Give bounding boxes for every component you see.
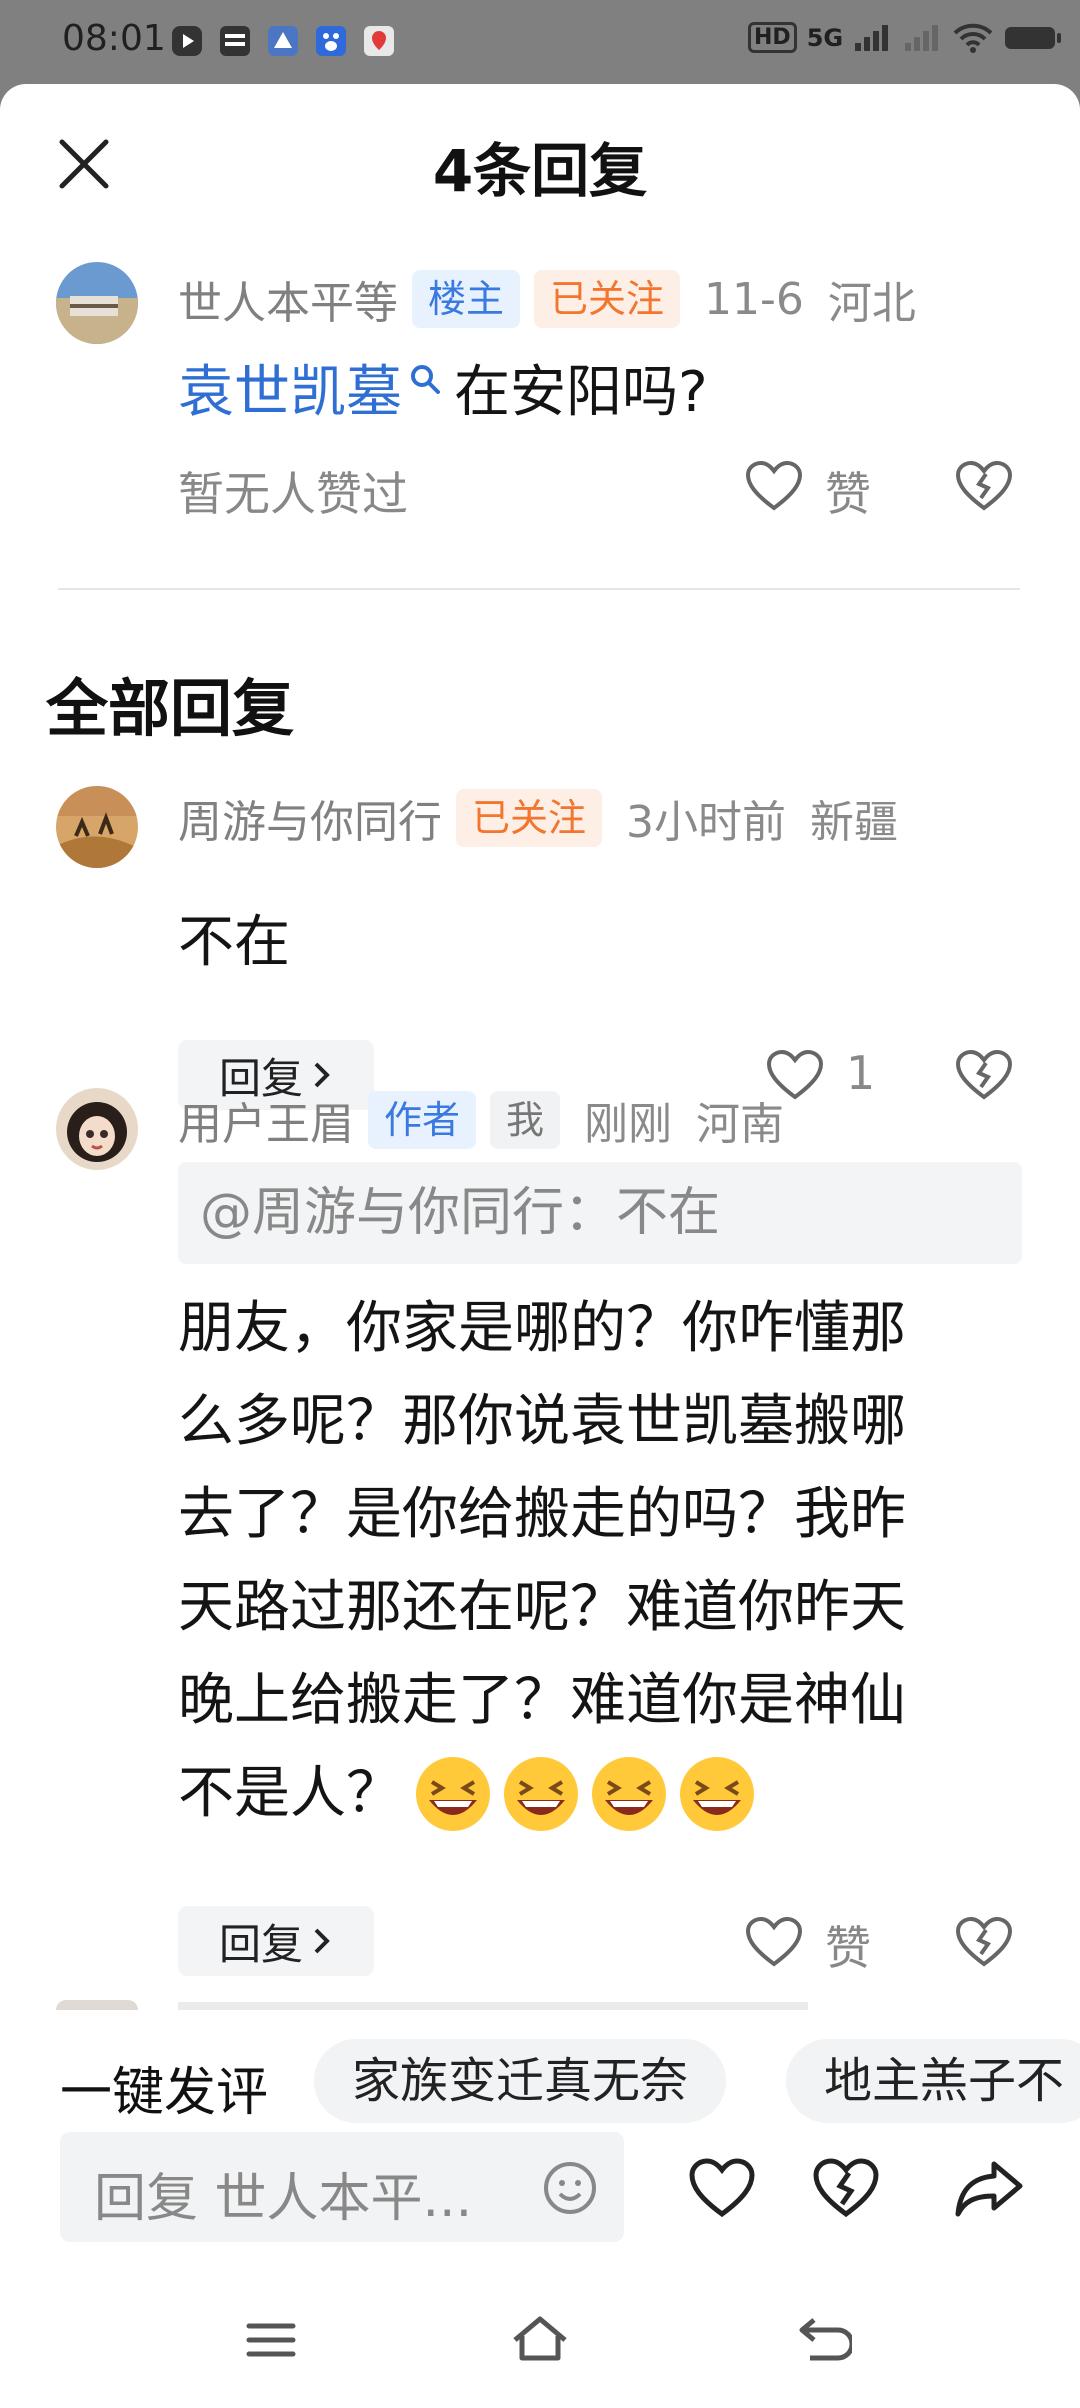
- quick-reply-chip[interactable]: 家族变迁真无奈: [314, 2039, 727, 2123]
- share-icon[interactable]: [954, 2158, 1024, 2218]
- section-title: 全部回复: [46, 672, 295, 745]
- quick-reply-chip[interactable]: 地主羔子不: [786, 2039, 1080, 2123]
- reply-location: 河南: [696, 1099, 785, 1150]
- reply-meta: 用户王眉 作者 我 刚刚 河南: [178, 1088, 784, 1152]
- grinning-squint-emoji: [592, 1756, 666, 1831]
- reply-time: 3小时前: [626, 797, 787, 848]
- username[interactable]: 世人本平等: [178, 267, 398, 331]
- reply-meta: 周游与你同行 已关注 3小时前 新疆: [178, 786, 898, 850]
- username[interactable]: 周游与你同行: [178, 786, 442, 850]
- heart-icon[interactable]: [688, 2158, 756, 2218]
- reply-input-placeholder: 回复 世人本平...: [94, 2169, 473, 2229]
- reply-location: 新疆: [810, 797, 899, 848]
- battery-icon: [1005, 26, 1062, 49]
- map-pin-app-icon: [364, 26, 394, 56]
- replies-sheet: 4条回复 世人本平等 楼主 已关注 11-6 河北 袁世凯墓 在安阳吗? 暂无人…: [0, 84, 1080, 2408]
- grinning-squint-emoji: [680, 1756, 754, 1831]
- page-title: 4条回复: [432, 137, 648, 205]
- comment-text: 在安阳吗?: [454, 360, 708, 425]
- toutiao-icon: [220, 26, 250, 56]
- reply-line: 晚上给搬走了？难道你是神仙: [178, 1668, 906, 1733]
- main-comment-meta: 世人本平等 楼主 已关注 11-6 河北: [178, 267, 916, 331]
- avatar[interactable]: [56, 786, 138, 868]
- follow-badge[interactable]: 已关注: [456, 789, 603, 847]
- search-icon: [411, 365, 440, 394]
- like-label[interactable]: 赞: [825, 1912, 871, 1978]
- like-count: 1: [846, 1046, 876, 1100]
- reply-body: 朋友，你家是哪的？你咋懂那 么多呢？那你说袁世凯墓搬哪 去了？是你给搬走的吗？我…: [178, 1282, 1058, 1840]
- heart-icon[interactable]: [745, 460, 803, 512]
- reply-line: 么多呢？那你说袁世凯墓搬哪: [178, 1389, 906, 1454]
- owner-badge: 楼主: [412, 270, 521, 328]
- broken-heart-icon[interactable]: [955, 1049, 1013, 1101]
- heart-icon[interactable]: [745, 1916, 803, 1968]
- signal-icon: [855, 24, 889, 51]
- emoji-row: [412, 1754, 758, 1834]
- broken-heart-icon[interactable]: [812, 2158, 880, 2218]
- follow-badge[interactable]: 已关注: [534, 270, 681, 328]
- notification-icons: [170, 24, 396, 58]
- reply-line: 朋友，你家是哪的？你咋懂那: [178, 1296, 906, 1361]
- comment-date: 11-6: [704, 273, 804, 325]
- network-type: 5G: [806, 23, 844, 52]
- search-link[interactable]: 袁世凯墓: [178, 354, 402, 432]
- emoji-icon[interactable]: [542, 2160, 598, 2216]
- username[interactable]: 用户王眉: [178, 1088, 354, 1152]
- author-badge: 作者: [368, 1091, 477, 1149]
- chevron-right-icon: [314, 1928, 330, 1954]
- chevron-right-icon: [314, 1062, 330, 1088]
- reply-time: 刚刚: [584, 1099, 673, 1150]
- menu-icon[interactable]: [246, 2320, 296, 2360]
- broken-heart-icon[interactable]: [955, 460, 1013, 512]
- avatar: [56, 2000, 138, 2010]
- grinning-squint-emoji: [416, 1756, 490, 1831]
- like-label[interactable]: 赞: [825, 458, 871, 524]
- home-icon[interactable]: [510, 2314, 570, 2364]
- reply-line: 天路过那还在呢？难道你昨天: [178, 1575, 906, 1640]
- broken-heart-icon[interactable]: [955, 1916, 1013, 1968]
- likes-summary: 暂无人赞过: [178, 467, 408, 521]
- back-icon[interactable]: [796, 2314, 852, 2364]
- me-badge: 我: [490, 1091, 561, 1149]
- comment-location: 河北: [827, 278, 916, 329]
- main-comment-text: 袁世凯墓 在安阳吗?: [178, 354, 708, 432]
- reply-line: 去了？是你给搬走的吗？我昨: [178, 1482, 906, 1547]
- avatar[interactable]: [56, 1088, 138, 1170]
- next-reply-partial: [178, 2002, 808, 2010]
- reply-text: 不在: [178, 910, 290, 975]
- video-app-icon: [172, 26, 202, 56]
- avatar[interactable]: [56, 262, 138, 344]
- reply-last-line: 不是人？: [178, 1747, 1058, 1840]
- divider: [58, 588, 1020, 590]
- grinning-squint-emoji: [504, 1756, 578, 1831]
- reply-button-label: 回复: [218, 1919, 303, 1969]
- quoted-reply: @周游与你同行：不在: [178, 1162, 1022, 1264]
- wifi-icon: [953, 23, 993, 53]
- reply-input[interactable]: 回复 世人本平...: [60, 2132, 624, 2242]
- signal-2-icon: [905, 24, 939, 51]
- reply-line: 不是人？: [178, 1760, 402, 1826]
- status-bar: 08:01 HD 5G: [0, 0, 1080, 84]
- hd-indicator: HD: [748, 22, 797, 53]
- reply-button[interactable]: 回复: [178, 1906, 374, 1976]
- xiaohongshu-icon: [268, 26, 298, 56]
- baidu-icon: [316, 26, 346, 56]
- quick-reply-label: 一键发评: [60, 2063, 269, 2123]
- system-status-icons: HD 5G: [748, 22, 1063, 53]
- status-time: 08:01: [62, 18, 166, 59]
